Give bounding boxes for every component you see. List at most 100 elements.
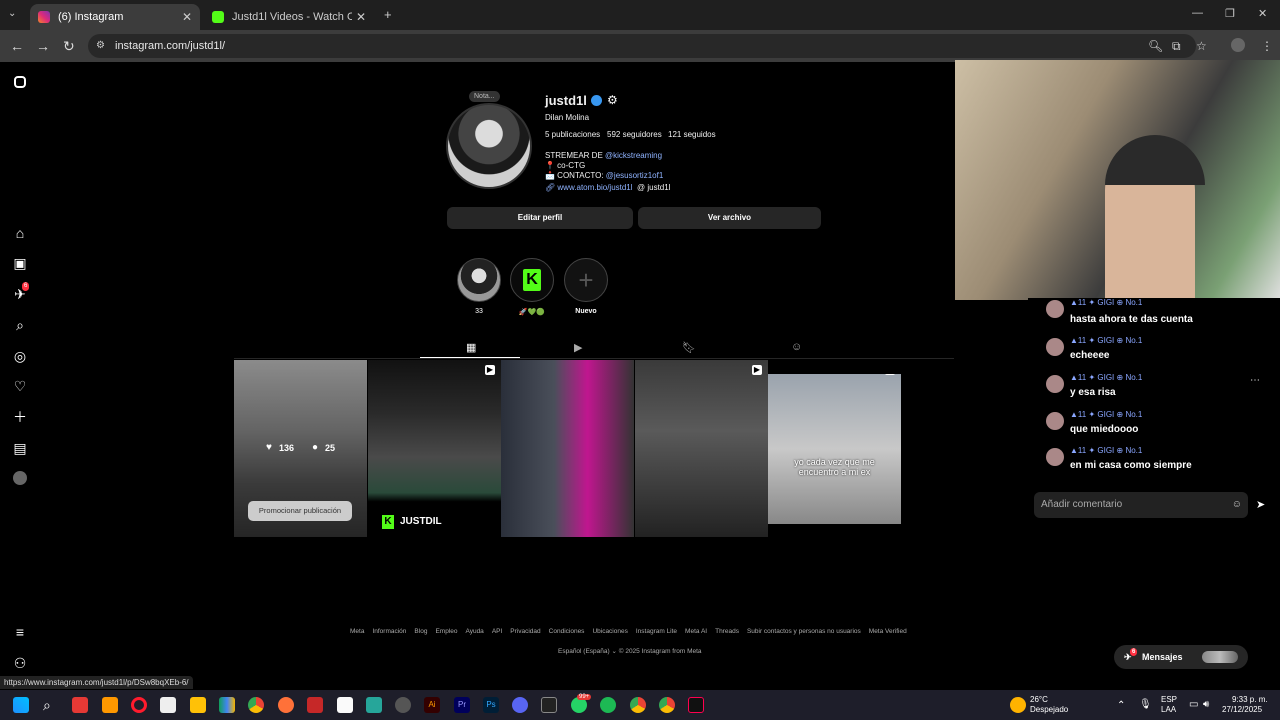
minimize-icon[interactable]: — [1192, 7, 1203, 19]
close-icon[interactable]: ✕ [182, 10, 192, 24]
volume-icon[interactable]: 🔊︎ [1203, 699, 1209, 710]
maximize-icon[interactable]: ❐ [1225, 7, 1235, 20]
tab-tagged-icon[interactable]: ☺ [791, 341, 802, 353]
new-highlight-button[interactable]: + [564, 258, 608, 302]
url-field[interactable]: ⚙ instagram.com/justd1l/ [88, 34, 1196, 58]
app-icon[interactable] [366, 697, 382, 713]
search-icon[interactable]: ⌕ [12, 317, 28, 333]
footer-link[interactable]: Meta [350, 628, 364, 635]
view-archive-button[interactable]: Ver archivo [638, 207, 821, 229]
drive-icon[interactable] [219, 697, 235, 713]
tiktok-icon[interactable] [688, 697, 704, 713]
tab-kick[interactable]: Justd1l Videos - Watch On-Deman ✕ [204, 4, 374, 30]
footer-link[interactable]: Condiciones [549, 628, 585, 635]
footer-link[interactable]: Información [372, 628, 406, 635]
chrome-icon[interactable] [659, 697, 675, 713]
chrome-icon[interactable] [248, 697, 264, 713]
profile-avatar[interactable] [446, 103, 532, 189]
footer-link[interactable]: API [492, 628, 502, 635]
zoom-icon[interactable]: 🔍︎ [1148, 39, 1163, 53]
notifications-heart-icon[interactable]: ♡ [12, 378, 28, 394]
weather-icon[interactable] [1010, 697, 1026, 713]
app-icon[interactable] [395, 697, 411, 713]
highlight-2[interactable]: K [510, 258, 554, 302]
close-icon[interactable]: ✕ [356, 10, 366, 24]
post-tile-5[interactable]: ▶ yo cada vez que me encuentro a mi ex [768, 374, 901, 524]
post-tile-1[interactable]: ♥ 136 ● 25 Promocionar publicación [234, 360, 367, 537]
footer-link[interactable]: Empleo [435, 628, 457, 635]
spotify-icon[interactable] [600, 697, 616, 713]
opera-icon[interactable] [131, 697, 147, 713]
messages-button[interactable]: ✈ 6 Mensajes [1114, 645, 1248, 669]
app-icon[interactable] [72, 697, 88, 713]
website-link[interactable]: www.atom.bio/justd1l [557, 183, 632, 192]
post-tile-3[interactable] [501, 360, 634, 537]
post-tile-2[interactable]: ▶ K JUSTDIL [368, 360, 501, 537]
clock-date[interactable]: 27/12/2025 [1222, 705, 1262, 714]
network-icon[interactable]: ▭ [1189, 699, 1198, 710]
new-tab-icon[interactable]: + [384, 7, 392, 22]
app-icon[interactable] [307, 697, 323, 713]
settings-gear-icon[interactable]: ⚙ [607, 93, 618, 107]
bio-mention-link[interactable]: @kickstreaming [605, 151, 662, 160]
more-menu-icon[interactable]: ≡ [12, 624, 28, 640]
tray-chevron-icon[interactable]: ⌃ [1117, 700, 1125, 711]
search-icon[interactable]: ⌕ [43, 697, 59, 713]
highlight-1[interactable] [457, 258, 501, 302]
profile-avatar-icon[interactable] [1231, 38, 1245, 52]
windows-start-icon[interactable] [13, 697, 29, 713]
footer-link[interactable]: Instagram Lite [636, 628, 677, 635]
install-app-icon[interactable]: ⧉ [1172, 39, 1181, 54]
send-icon[interactable]: ➤ [1256, 498, 1265, 511]
tab-posts-grid-icon[interactable]: ▦ [466, 341, 476, 354]
discord-icon[interactable] [512, 697, 528, 713]
menu-kebab-icon[interactable]: ⋮ [1261, 39, 1273, 53]
tab-search-icon[interactable]: ⌄ [8, 8, 16, 19]
meta-apps-icon[interactable]: ⚇ [12, 655, 28, 671]
tab-instagram[interactable]: (6) Instagram ✕ [30, 4, 200, 30]
footer-link[interactable]: Meta Verified [869, 628, 907, 635]
home-icon[interactable]: ⌂ [12, 225, 28, 241]
footer-link[interactable]: Blog [414, 628, 427, 635]
add-comment-input[interactable]: Añadir comentario ☺ [1034, 492, 1248, 518]
dashboard-icon[interactable]: ▤ [12, 440, 28, 456]
store-icon[interactable] [160, 697, 176, 713]
instagram-logo-icon[interactable] [14, 76, 26, 88]
edit-profile-button[interactable]: Editar perfil [447, 207, 633, 229]
terminal-icon[interactable] [541, 697, 557, 713]
bookmark-star-icon[interactable]: ☆ [1196, 39, 1207, 53]
emoji-icon[interactable]: ☺ [1232, 492, 1242, 518]
explore-icon[interactable]: ◎ [12, 348, 28, 364]
footer-link[interactable]: Privacidad [510, 628, 540, 635]
site-settings-icon[interactable]: ⚙ [96, 34, 105, 58]
footer-link[interactable]: Ayuda [465, 628, 483, 635]
profile-nav-icon[interactable] [13, 471, 27, 485]
close-window-icon[interactable]: ✕ [1258, 7, 1267, 20]
language-code[interactable]: ESP [1161, 695, 1177, 704]
microphone-icon[interactable]: 🎙︎ [1139, 699, 1152, 710]
file-explorer-icon[interactable] [190, 697, 206, 713]
reload-icon[interactable]: ↻ [63, 38, 75, 55]
threads-link[interactable]: justd1l [647, 183, 670, 192]
create-icon[interactable]: ＋ [12, 409, 28, 425]
footer-link[interactable]: Meta AI [685, 628, 707, 635]
notepad-icon[interactable] [337, 697, 353, 713]
messages-nav-icon[interactable]: ✈ 6 [12, 282, 30, 302]
followers-count[interactable]: 592 seguidores [607, 130, 662, 139]
promote-post-button[interactable]: Promocionar publicación [248, 501, 352, 521]
footer-link[interactable]: Ubicaciones [592, 628, 627, 635]
footer-link[interactable]: Threads [715, 628, 739, 635]
photoshop-icon[interactable]: Ps [483, 697, 499, 713]
tab-saved-icon[interactable]: 🔖︎ [682, 341, 696, 354]
back-icon[interactable]: ← [10, 38, 24, 54]
more-options-icon[interactable]: ⋯ [1250, 375, 1260, 386]
following-count[interactable]: 121 seguidos [668, 130, 716, 139]
profile-note[interactable]: Nota... [469, 91, 500, 102]
forward-icon[interactable]: → [36, 38, 50, 54]
premiere-icon[interactable]: Pr [454, 697, 470, 713]
illustrator-icon[interactable]: Ai [424, 697, 440, 713]
reels-icon[interactable]: ▣ [12, 255, 28, 271]
tab-reels-icon[interactable]: ▶ [574, 341, 582, 354]
bio-contact-link[interactable]: @jesusortiz1of1 [606, 171, 663, 180]
footer-language-copyright[interactable]: Español (España) ⌄ © 2025 Instagram from… [558, 647, 702, 655]
